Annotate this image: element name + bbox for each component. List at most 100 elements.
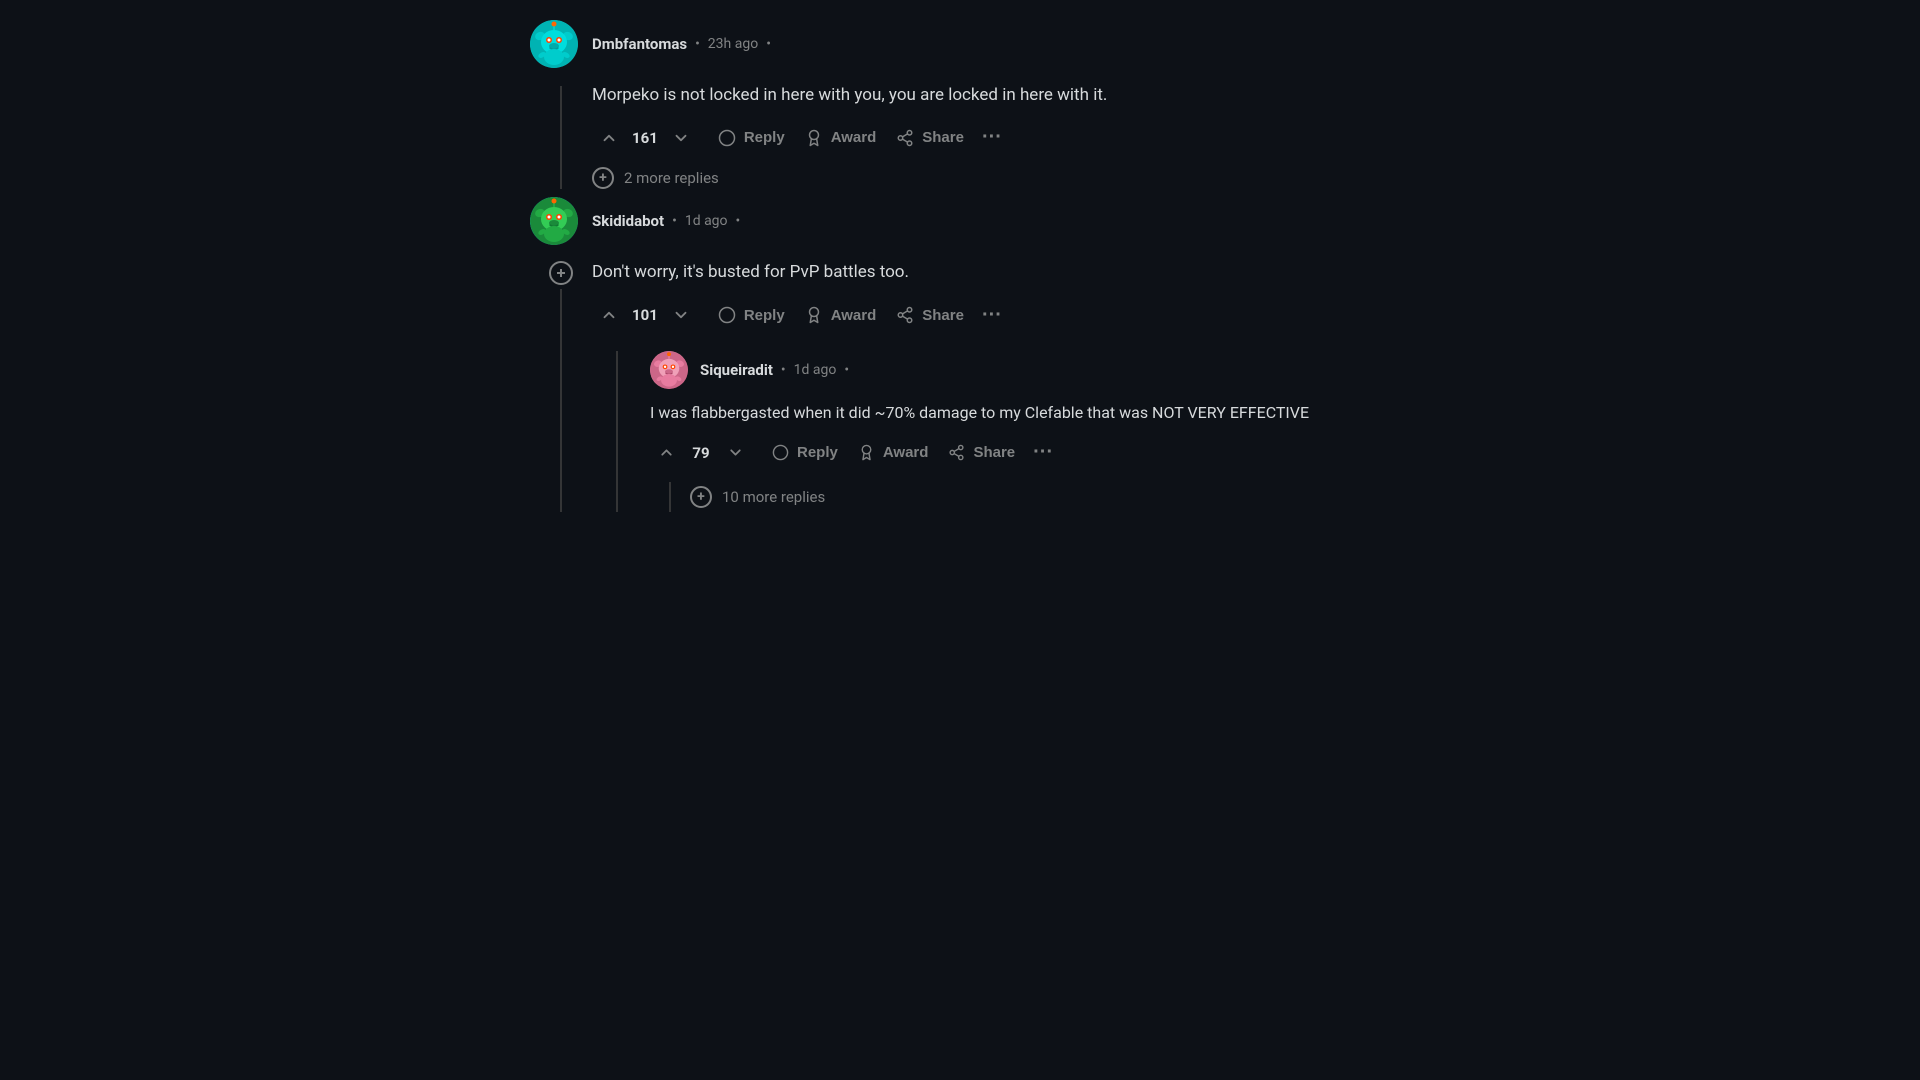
meta-dot-4: • xyxy=(736,213,741,229)
reply-reply-label: Reply xyxy=(797,444,838,461)
reply-upvote-button[interactable] xyxy=(650,439,683,466)
action-bar: 161 Reply xyxy=(592,122,1390,153)
reply-more-replies-icon: + xyxy=(690,486,712,508)
award-label-2: Award xyxy=(831,307,877,324)
comments-container: Dmbfantomas • 23h ago • Morpeko is not l… xyxy=(510,0,1410,562)
reply-more-replies-text: 10 more replies xyxy=(722,488,825,506)
reply-award-button[interactable]: Award xyxy=(850,439,937,466)
award-label: Award xyxy=(831,129,877,146)
reply-button[interactable]: Reply xyxy=(710,124,793,152)
reply-username[interactable]: Siqueiradit xyxy=(700,361,773,379)
reply-container: Siqueiradit • 1d ago • I was flabbergast… xyxy=(592,351,1390,513)
nested-line xyxy=(669,482,671,512)
comment-text: Morpeko is not locked in here with you, … xyxy=(592,82,1390,108)
reply-button-2[interactable]: Reply xyxy=(710,301,793,329)
upvote-button[interactable] xyxy=(592,124,626,152)
avatar-2 xyxy=(530,197,578,245)
downvote-icon xyxy=(672,129,690,147)
timestamp: 23h ago xyxy=(708,36,758,52)
share-label: Share xyxy=(922,129,964,146)
vote-section-2: 101 xyxy=(592,301,698,329)
more-dots: ··· xyxy=(982,126,1002,149)
thread-line xyxy=(560,86,562,189)
share-button-2[interactable]: Share xyxy=(888,301,972,329)
share-icon xyxy=(896,129,914,147)
upvote-icon-2 xyxy=(600,306,618,324)
more-options-button[interactable]: ··· xyxy=(976,122,1008,153)
reply-award-icon xyxy=(858,444,875,461)
comment-row-2: Don't worry, it's busted for PvP battles… xyxy=(530,259,1390,512)
reply-vote-section: 79 xyxy=(650,439,752,466)
username[interactable]: Dmbfantomas xyxy=(592,35,687,53)
reply-meta: Siqueiradit • 1d ago • xyxy=(700,361,849,379)
reply-meta-dot-2: • xyxy=(844,362,849,378)
right-col: Morpeko is not locked in here with you, … xyxy=(592,82,1390,189)
reply-share-label: Share xyxy=(973,444,1015,461)
more-replies-button[interactable]: + 2 more replies xyxy=(592,167,1390,189)
meta-dot: • xyxy=(695,36,700,52)
award-icon-2 xyxy=(805,306,823,324)
reply-downvote-button[interactable] xyxy=(719,439,752,466)
upvote-icon xyxy=(600,129,618,147)
comment-row: Morpeko is not locked in here with you, … xyxy=(530,82,1390,189)
reply-reply-icon xyxy=(772,444,789,461)
comment-block-2: Skididabot • 1d ago • Don't worry, it's … xyxy=(530,197,1390,512)
collapse-icon xyxy=(555,267,567,279)
comment-block: Dmbfantomas • 23h ago • Morpeko is not l… xyxy=(530,20,1390,189)
username-2[interactable]: Skididabot xyxy=(592,212,664,230)
reply-header: Siqueiradit • 1d ago • xyxy=(650,351,1390,389)
meta-dot-2: • xyxy=(766,36,771,52)
award-button[interactable]: Award xyxy=(797,124,885,152)
reply-thread-line xyxy=(616,351,618,513)
vote-count-2: 101 xyxy=(632,306,658,324)
reply-right-col: Siqueiradit • 1d ago • I was flabbergast… xyxy=(642,351,1390,513)
reply-label-2: Reply xyxy=(744,307,785,324)
share-label-2: Share xyxy=(922,307,964,324)
share-icon-2 xyxy=(896,306,914,324)
reply-avatar xyxy=(650,351,688,389)
reply-action-bar: 79 Reply xyxy=(650,437,1390,468)
section-divider xyxy=(530,189,1390,197)
vote-count: 161 xyxy=(632,129,658,147)
thread-collapse-button[interactable] xyxy=(549,261,573,285)
upvote-button-2[interactable] xyxy=(592,301,626,329)
share-button[interactable]: Share xyxy=(888,124,972,152)
downvote-icon-2 xyxy=(672,306,690,324)
reply-timestamp: 1d ago xyxy=(794,362,837,378)
avatar xyxy=(530,20,578,68)
comment-meta-2: Skididabot • 1d ago • xyxy=(592,212,740,230)
reply-more-dots: ··· xyxy=(1033,441,1053,464)
reply-text: I was flabbergasted when it did ~70% dam… xyxy=(650,401,1390,426)
comment-text-2: Don't worry, it's busted for PvP battles… xyxy=(592,259,1390,285)
vote-section: 161 xyxy=(592,124,698,152)
left-col-2 xyxy=(530,259,592,512)
award-button-2[interactable]: Award xyxy=(797,301,885,329)
right-col-2: Don't worry, it's busted for PvP battles… xyxy=(592,259,1390,512)
downvote-button-2[interactable] xyxy=(664,301,698,329)
reply-meta-dot: • xyxy=(781,362,786,378)
reply-share-icon xyxy=(948,444,965,461)
comment-header: Dmbfantomas • 23h ago • xyxy=(530,20,1390,68)
reply-award-label: Award xyxy=(883,444,929,461)
more-replies-icon: + xyxy=(592,167,614,189)
nested-line-col xyxy=(650,482,690,512)
reply-left-col xyxy=(592,351,642,513)
timestamp-2: 1d ago xyxy=(685,213,728,229)
reply-label: Reply xyxy=(744,129,785,146)
reply-share-button[interactable]: Share xyxy=(940,439,1023,466)
thread-line-2 xyxy=(560,289,562,512)
action-bar-2: 101 Reply xyxy=(592,300,1390,331)
reply-icon xyxy=(718,129,736,147)
reply-downvote-icon xyxy=(727,444,744,461)
reply-vote-count: 79 xyxy=(689,444,713,462)
more-options-button-2[interactable]: ··· xyxy=(976,300,1008,331)
comment-meta: Dmbfantomas • 23h ago • xyxy=(592,35,771,53)
more-replies-text: 2 more replies xyxy=(624,169,719,187)
left-col xyxy=(530,82,592,189)
reply-icon-2 xyxy=(718,306,736,324)
reply-more-options-button[interactable]: ··· xyxy=(1027,437,1059,468)
reply-more-replies-button[interactable]: + 10 more replies xyxy=(690,482,825,512)
reply-reply-button[interactable]: Reply xyxy=(764,439,846,466)
meta-dot-3: • xyxy=(672,213,677,229)
downvote-button[interactable] xyxy=(664,124,698,152)
